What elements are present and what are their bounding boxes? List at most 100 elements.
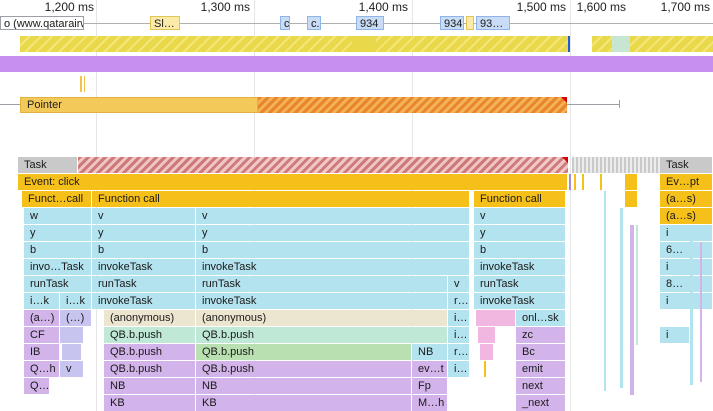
flame-entry[interactable]: y xyxy=(92,225,196,241)
task-stripes xyxy=(572,157,660,173)
network-request[interactable]: 934 xyxy=(356,16,384,30)
flame-entry[interactable]: Event: click xyxy=(18,174,568,190)
network-request[interactable]: o (www.qatarairwa xyxy=(0,16,84,30)
flame-entry[interactable]: v xyxy=(474,208,566,224)
flame-entry[interactable]: Function call xyxy=(474,191,566,207)
flame-entry[interactable]: zc xyxy=(516,327,566,343)
flame-sliver xyxy=(636,225,638,345)
flame-entry[interactable] xyxy=(476,310,516,326)
flame-entry[interactable]: i xyxy=(660,327,690,343)
flame-entry[interactable]: (…) xyxy=(60,310,92,326)
flame-entry[interactable]: QB.b.push xyxy=(104,344,196,360)
flame-entry[interactable]: Q…h xyxy=(24,361,60,377)
flame-entry[interactable]: i… xyxy=(448,361,470,377)
flame-entry[interactable]: NB xyxy=(196,378,412,394)
flame-entry[interactable]: b xyxy=(92,242,196,258)
flame-entry[interactable]: r… xyxy=(448,293,470,309)
long-task-hatch xyxy=(78,157,568,173)
flame-entry[interactable] xyxy=(60,327,84,343)
flame-entry[interactable]: invokeTask xyxy=(92,259,196,275)
flame-entry[interactable]: (a…) xyxy=(24,310,60,326)
flame-entry[interactable]: y xyxy=(196,225,470,241)
network-request[interactable]: 93… xyxy=(476,16,510,30)
flame-entry[interactable]: CF xyxy=(24,327,60,343)
pointer-interaction-overrun xyxy=(258,97,567,113)
flame-entry[interactable]: i xyxy=(660,293,713,309)
flame-entry[interactable]: 8… xyxy=(660,276,713,292)
tick-label: 1,300 ms xyxy=(200,0,250,14)
flame-entry[interactable]: i xyxy=(660,225,713,241)
flame-entry[interactable]: IB xyxy=(24,344,60,360)
flame-entry[interactable]: invokeTask xyxy=(196,259,470,275)
flame-entry[interactable]: Q… xyxy=(24,378,50,394)
flame-entry[interactable]: QB.b.push xyxy=(196,344,412,360)
flame-entry[interactable]: _next xyxy=(516,395,566,411)
flame-entry[interactable]: r… xyxy=(448,344,470,360)
flame-entry[interactable] xyxy=(62,344,82,360)
flame-entry[interactable]: runTask xyxy=(24,276,92,292)
flame-entry[interactable]: KB xyxy=(104,395,196,411)
flame-chart: Task Task Event: click Ev…pt Funct…call … xyxy=(0,157,713,411)
pointer-interaction[interactable]: Pointer xyxy=(20,97,258,113)
flame-entry[interactable]: b xyxy=(24,242,92,258)
flame-entry[interactable]: i… xyxy=(448,327,470,343)
flame-entry[interactable]: i…k xyxy=(24,293,60,309)
network-request[interactable] xyxy=(466,16,474,30)
network-request[interactable]: c. xyxy=(307,16,321,30)
flame-entry[interactable]: v xyxy=(448,276,470,292)
flame-entry[interactable]: onl…sk xyxy=(516,310,566,326)
network-request[interactable]: 934 xyxy=(440,16,464,30)
flame-entry[interactable]: i… xyxy=(448,310,470,326)
flame-entry[interactable]: invokeTask xyxy=(474,293,566,309)
flame-entry[interactable]: (a…s) xyxy=(660,208,713,224)
flame-entry[interactable]: runTask xyxy=(474,276,566,292)
flame-entry[interactable]: NB xyxy=(412,344,448,360)
flame-entry[interactable]: invo…Task xyxy=(24,259,92,275)
flame-sliver xyxy=(620,208,623,388)
flame-entry[interactable]: KB xyxy=(196,395,412,411)
network-request[interactable]: c xyxy=(280,16,290,30)
flame-entry[interactable]: w xyxy=(24,208,92,224)
flame-entry[interactable]: QB.b.push xyxy=(104,361,196,377)
flame-entry[interactable]: Funct…call xyxy=(22,191,92,207)
network-request[interactable]: Sl… xyxy=(150,16,180,30)
flame-sliver xyxy=(700,242,702,382)
flame-entry[interactable]: QB.b.push xyxy=(196,361,412,377)
flame-entry[interactable]: 6… xyxy=(660,242,713,258)
flame-entry[interactable]: b xyxy=(196,242,470,258)
flame-entry[interactable]: NB xyxy=(104,378,196,394)
flame-entry[interactable] xyxy=(480,344,494,360)
flame-entry[interactable]: y xyxy=(24,225,92,241)
flame-entry[interactable]: M…h xyxy=(412,395,448,411)
flame-entry[interactable]: Fp xyxy=(412,378,448,394)
flame-entry[interactable]: (anonymous) xyxy=(196,310,448,326)
flame-entry[interactable]: QB.b.push xyxy=(104,327,196,343)
flame-entry[interactable]: Ev…pt xyxy=(660,174,713,190)
flame-entry[interactable]: v xyxy=(92,208,196,224)
flame-entry[interactable]: Function call xyxy=(92,191,470,207)
flame-entry[interactable]: v xyxy=(60,361,84,377)
flame-sliver xyxy=(484,361,486,377)
flame-entry[interactable]: emit xyxy=(516,361,566,377)
flame-sliver xyxy=(630,225,634,395)
flame-entry[interactable]: QB.b.push xyxy=(196,327,448,343)
flame-entry[interactable]: Task xyxy=(18,157,78,173)
flame-entry[interactable]: next xyxy=(516,378,566,394)
flame-entry[interactable]: (anonymous) xyxy=(104,310,196,326)
flame-entry[interactable]: ev…t xyxy=(412,361,448,377)
flame-entry[interactable]: invokeTask xyxy=(92,293,196,309)
flame-entry[interactable]: runTask xyxy=(92,276,196,292)
flame-entry[interactable]: invokeTask xyxy=(474,259,566,275)
time-ruler: 1,200 ms 1,300 ms 1,400 ms 1,500 ms 1,60… xyxy=(0,0,713,411)
flame-entry[interactable]: v xyxy=(196,208,470,224)
flame-entry[interactable]: invokeTask xyxy=(196,293,448,309)
flame-entry[interactable]: i xyxy=(660,259,713,275)
flame-entry[interactable]: (a…s) xyxy=(660,191,713,207)
flame-entry[interactable] xyxy=(478,327,496,343)
flame-entry[interactable]: b xyxy=(474,242,566,258)
flame-entry[interactable]: i…k xyxy=(60,293,92,309)
flame-entry[interactable]: Bc xyxy=(516,344,566,360)
flame-entry[interactable]: Task xyxy=(660,157,713,173)
flame-entry[interactable]: y xyxy=(474,225,566,241)
flame-entry[interactable]: runTask xyxy=(196,276,448,292)
